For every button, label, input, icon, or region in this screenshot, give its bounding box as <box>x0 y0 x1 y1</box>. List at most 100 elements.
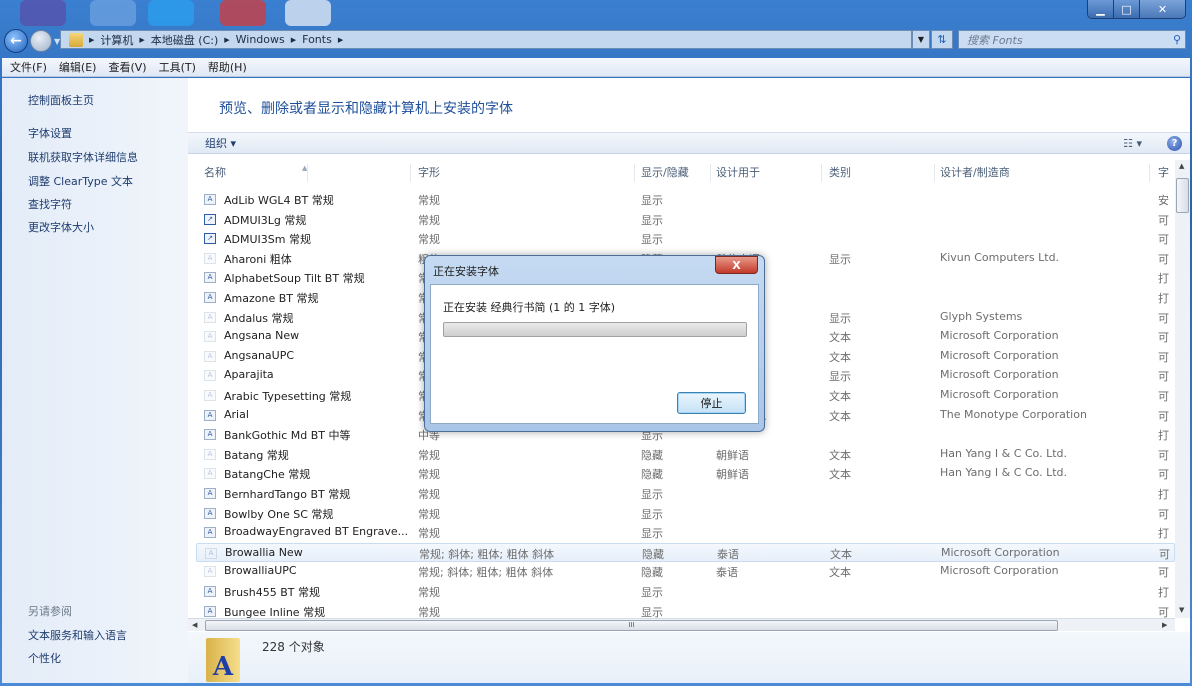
minimize-button[interactable]: ▁ <box>1088 0 1114 18</box>
navigation-buttons: ← ▼ <box>4 29 60 53</box>
close-button[interactable]: ✕ <box>1140 0 1185 18</box>
column-header-truncated[interactable]: 字 <box>1158 164 1170 182</box>
address-history-dropdown[interactable]: ▼ <box>912 30 930 49</box>
row-designer: Glyph Systems <box>940 309 1023 323</box>
address-bar[interactable]: ▶ 计算机 ▶ 本地磁盘 (C:) ▶ Windows ▶ Fonts ▶ <box>60 30 912 49</box>
scroll-left-arrow-icon[interactable]: ◀ <box>192 621 197 629</box>
chevron-right-icon[interactable]: ▶ <box>291 36 296 44</box>
details-pane: A 228 个对象 <box>188 632 1190 683</box>
menu-file[interactable]: 文件(F) <box>10 59 47 75</box>
sidebar-text-services[interactable]: 文本服务和输入语言 <box>28 627 127 643</box>
row-designed-for: 泰语 <box>716 566 738 580</box>
menu-view[interactable]: 查看(V) <box>108 59 146 75</box>
menu-tools[interactable]: 工具(T) <box>159 59 196 75</box>
font-row[interactable]: ↗ ADMUI3Sm 常规 常规 显示 可 <box>196 229 1175 248</box>
install-progress-bar <box>443 322 747 337</box>
font-row[interactable]: A BroadwayEngraved BT Engrave... 常规 显示 打 <box>196 523 1175 542</box>
font-file-icon: A <box>204 586 216 597</box>
chevron-right-icon[interactable]: ▶ <box>139 36 144 44</box>
forward-button[interactable] <box>30 30 52 52</box>
chevron-right-icon[interactable]: ▶ <box>338 36 343 44</box>
maximize-button[interactable]: □ <box>1114 0 1140 18</box>
font-file-icon: A <box>204 272 216 284</box>
window-controls: ▁ □ ✕ <box>1087 0 1186 19</box>
font-file-icon: A <box>204 527 216 539</box>
row-show-hide: 显示 <box>641 527 663 541</box>
row-truncated: 可 <box>1158 448 1169 462</box>
row-show-hide: 显示 <box>641 507 663 521</box>
font-row[interactable]: A BrowalliaUPC 常规; 斜体; 粗体; 粗体 斜体 隐藏 泰语 文本 Micr… <box>196 562 1175 581</box>
search-placeholder: 搜索 Fonts <box>967 33 1023 47</box>
sidebar-adjust-cleartype[interactable]: 调整 ClearType 文本 <box>28 173 133 189</box>
font-row[interactable]: A BernhardTango BT 常规 常规 显示 打 <box>196 484 1175 503</box>
help-icon[interactable]: ? <box>1167 135 1182 151</box>
column-header-category[interactable]: 类别 <box>829 164 935 182</box>
row-style: 常规 <box>418 468 440 482</box>
organize-button[interactable]: 组织 ▾ <box>205 135 236 151</box>
row-truncated: 打 <box>1158 272 1169 286</box>
row-truncated: 打 <box>1158 292 1169 305</box>
font-row[interactable]: A Brush455 BT 常规 常规 显示 打 <box>196 582 1175 601</box>
column-header-style[interactable]: 字形 <box>418 164 635 182</box>
font-row[interactable]: A Browallia New 常规; 斜体; 粗体; 粗体 斜体 隐藏 泰语 文本 Mic… <box>196 542 1175 562</box>
row-name: BrowalliaUPC <box>224 564 297 578</box>
row-style: 常规 <box>418 448 440 462</box>
search-input[interactable]: 搜索 Fonts ⚲ <box>958 30 1186 49</box>
row-category: 文本 <box>829 331 851 345</box>
row-truncated: 可 <box>1158 409 1169 423</box>
horizontal-scrollbar[interactable]: ◀ III ▶ <box>188 618 1175 631</box>
sidebar-change-font-size[interactable]: 更改字体大小 <box>28 219 94 235</box>
row-truncated: 打 <box>1158 586 1169 599</box>
row-style: 常规 <box>418 488 440 501</box>
row-style: 常规 <box>418 213 440 227</box>
font-row[interactable]: A Batang 常规 常规 隐藏 朝鲜语 文本 Han Yang I & C Co. Lt… <box>196 445 1175 464</box>
breadcrumb-local-disk[interactable]: 本地磁盘 (C:) <box>151 32 218 48</box>
row-truncated: 可 <box>1158 507 1169 521</box>
dialog-close-button[interactable]: X <box>715 256 758 274</box>
vertical-scroll-thumb[interactable] <box>1176 178 1189 213</box>
font-file-icon: A <box>204 468 216 480</box>
sidebar-personalization[interactable]: 个性化 <box>28 650 61 666</box>
chevron-right-icon[interactable]: ▶ <box>224 36 229 44</box>
stop-button[interactable]: 停止 <box>677 392 746 414</box>
row-name: ADMUI3Lg 常规 <box>224 213 307 227</box>
breadcrumb-computer[interactable]: 计算机 <box>100 32 133 48</box>
view-options-button[interactable]: ☷ ▾ <box>1123 137 1142 150</box>
row-designer: Han Yang I & C Co. Ltd. <box>940 446 1067 460</box>
row-name: Angsana New <box>224 329 300 343</box>
breadcrumb-windows[interactable]: Windows <box>236 33 285 46</box>
vertical-scrollbar[interactable]: ▲ ▼ <box>1175 160 1190 618</box>
scroll-up-arrow-icon[interactable]: ▲ <box>1179 162 1184 170</box>
row-truncated: 打 <box>1158 527 1169 541</box>
menu-edit[interactable]: 编辑(E) <box>59 59 97 75</box>
column-header-designer[interactable]: 设计者/制造商 <box>940 164 1150 182</box>
sidebar-control-panel-home[interactable]: 控制面板主页 <box>28 92 94 108</box>
font-file-icon: A <box>204 331 216 343</box>
font-row[interactable]: A AdLib WGL4 BT 常规 常规 显示 安 <box>196 190 1175 209</box>
chevron-right-icon[interactable]: ▶ <box>89 36 94 44</box>
sidebar-get-font-info-online[interactable]: 联机获取字体详细信息 <box>28 149 138 165</box>
breadcrumb-fonts[interactable]: Fonts <box>302 33 332 46</box>
scroll-right-arrow-icon[interactable]: ▶ <box>1162 621 1167 629</box>
row-designed-for: 泰语 <box>717 547 739 561</box>
font-row[interactable]: A Bowlby One SC 常规 常规 显示 可 <box>196 504 1175 523</box>
row-category: 文本 <box>829 390 851 403</box>
search-icon[interactable]: ⚲ <box>1173 33 1181 46</box>
row-truncated: 可 <box>1158 350 1169 364</box>
horizontal-scroll-thumb[interactable]: III <box>205 620 1058 631</box>
column-header-name[interactable]: 名称 <box>204 164 411 182</box>
scroll-down-arrow-icon[interactable]: ▼ <box>1179 606 1184 614</box>
sidebar-find-character[interactable]: 查找字符 <box>28 196 72 212</box>
menu-help[interactable]: 帮助(H) <box>208 59 247 75</box>
row-style: 常规 <box>418 194 440 207</box>
sidebar-font-settings[interactable]: 字体设置 <box>28 125 72 141</box>
font-row[interactable]: A BatangChe 常规 常规 隐藏 朝鲜语 文本 Han Yang I & C Co.… <box>196 464 1175 483</box>
column-header-designed-for[interactable]: 设计用于 <box>716 164 822 182</box>
font-row[interactable]: ↗ ADMUI3Lg 常规 常规 显示 可 <box>196 210 1175 229</box>
row-name: BroadwayEngraved BT Engrave... <box>224 525 409 539</box>
column-header-show-hide[interactable]: 显示/隐藏 <box>641 164 711 182</box>
back-button[interactable]: ← <box>4 29 28 53</box>
row-truncated: 可 <box>1158 370 1169 384</box>
refresh-button[interactable]: ⇅ <box>931 30 953 49</box>
font-row[interactable]: A Bungee Inline 常规 常规 显示 可 <box>196 602 1175 618</box>
